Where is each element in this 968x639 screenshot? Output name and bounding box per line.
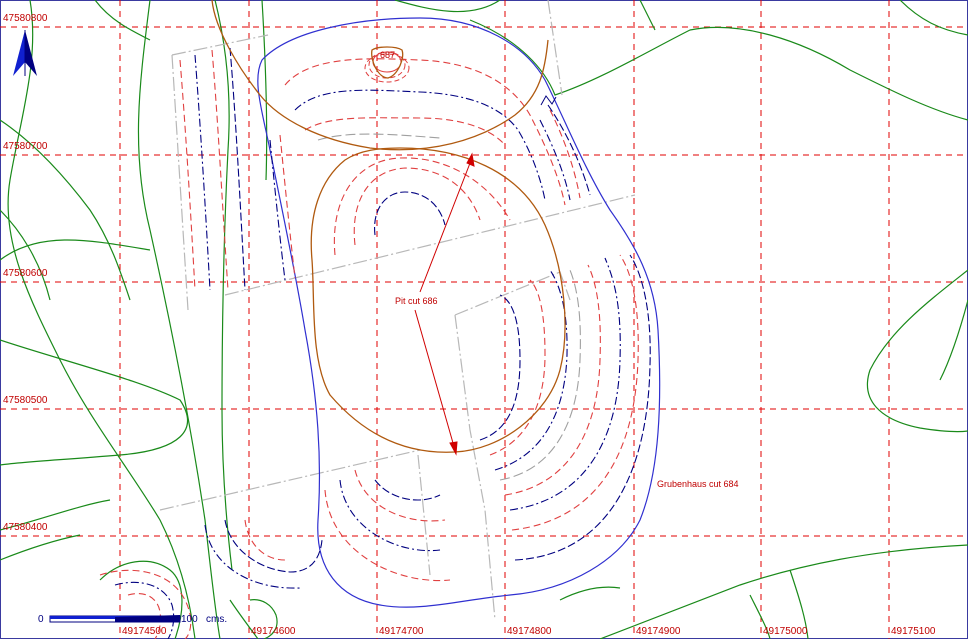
northing-label: 47580400 xyxy=(3,522,48,533)
scale-unit-label: cms. xyxy=(206,614,227,625)
scale-start-label: 0 xyxy=(38,614,44,625)
easting-label: 49174700 xyxy=(379,626,424,637)
easting-label: 49174500 xyxy=(122,626,167,637)
scale-bar: 0 100 cms. xyxy=(38,614,227,625)
easting-label: 49175100 xyxy=(891,626,936,637)
northing-label: 47580700 xyxy=(3,141,48,152)
pit-cut-label: Pit cut 686 xyxy=(395,296,438,306)
easting-label: 49174800 xyxy=(507,626,552,637)
northing-label: 47580600 xyxy=(3,268,48,279)
easting-label: 49175000 xyxy=(763,626,808,637)
scale-end-label: 100 xyxy=(181,614,198,625)
easting-label: 49174600 xyxy=(251,626,296,637)
north-arrow-icon xyxy=(13,30,37,76)
northing-label: 47580500 xyxy=(3,395,48,406)
northing-label: 47580800 xyxy=(3,13,48,24)
easting-label: 49174900 xyxy=(636,626,681,637)
label-layer: 47580800 47580700 47580600 47580500 4758… xyxy=(3,13,936,637)
feature-687-label: 687 xyxy=(380,50,395,60)
grubenhaus-label: Grubenhaus cut 684 xyxy=(657,479,739,489)
